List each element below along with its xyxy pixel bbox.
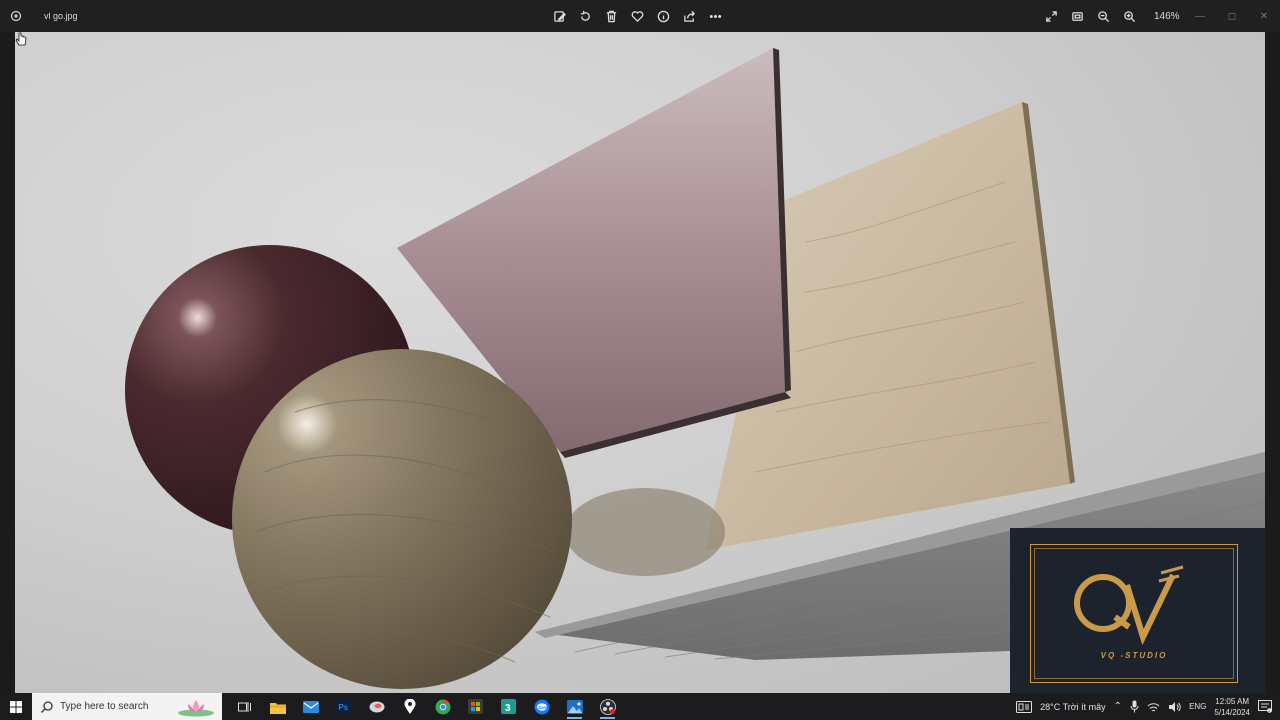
- weather-icon[interactable]: [1016, 700, 1033, 713]
- notifications-icon[interactable]: 2: [1258, 700, 1272, 713]
- rendered-image: VQ -STUDIO: [15, 32, 1265, 693]
- image-viewer[interactable]: VQ -STUDIO: [0, 32, 1280, 693]
- search-icon: [41, 700, 53, 713]
- weather-text[interactable]: 28°C Trời ít mây: [1040, 702, 1106, 712]
- app-icon[interactable]: [360, 693, 393, 720]
- taskbar: Type here to search Ps 3 Zalo 28°C Trời …: [0, 693, 1280, 720]
- fit-to-window-icon[interactable]: [1066, 0, 1088, 32]
- taskbar-search[interactable]: Type here to search: [32, 693, 222, 720]
- svg-text:Zalo: Zalo: [538, 704, 548, 709]
- clock-time: 12:05 AM: [1215, 696, 1250, 706]
- lotus-icon: [178, 700, 214, 717]
- viewer-tools: 146%: [1040, 0, 1190, 32]
- close-button[interactable]: ✕: [1248, 0, 1280, 32]
- watermark-studio-text: VQ -STUDIO: [1100, 651, 1168, 660]
- mail-icon[interactable]: [294, 693, 327, 720]
- clock[interactable]: 12:05 AM 5/14/2024: [1214, 696, 1250, 718]
- svg-text:3: 3: [505, 703, 511, 714]
- chrome-icon[interactable]: [426, 693, 459, 720]
- minimize-button[interactable]: —: [1184, 0, 1216, 32]
- image-toolbar: [548, 0, 726, 32]
- photoshop-icon[interactable]: Ps: [327, 693, 360, 720]
- maps-icon[interactable]: [393, 693, 426, 720]
- maximize-button[interactable]: ◻: [1216, 0, 1248, 32]
- hand-cursor-icon: [15, 32, 27, 46]
- studio-watermark: VQ -STUDIO: [1010, 528, 1265, 693]
- fullscreen-icon[interactable]: [1040, 0, 1062, 32]
- obs-icon[interactable]: [591, 693, 624, 720]
- photos-icon[interactable]: [558, 693, 591, 720]
- edit-image-icon[interactable]: [548, 0, 570, 32]
- file-explorer-icon[interactable]: [261, 693, 294, 720]
- svg-text:Ps: Ps: [339, 703, 348, 712]
- clock-date: 5/14/2024: [1214, 707, 1250, 717]
- windows-logo-icon: [10, 700, 22, 713]
- system-tray: 28°C Trời ít mây ⌃ ENG 12:05 AM 5/14/202…: [1016, 693, 1280, 720]
- start-button[interactable]: [0, 693, 32, 720]
- share-icon[interactable]: [678, 0, 700, 32]
- zoom-out-icon[interactable]: [1092, 0, 1114, 32]
- window-controls: — ◻ ✕: [1184, 0, 1280, 32]
- volume-icon[interactable]: [1168, 701, 1181, 713]
- watermark-frame: VQ -STUDIO: [1030, 544, 1238, 683]
- zoom-in-icon[interactable]: [1118, 0, 1140, 32]
- photos-app-icon[interactable]: [0, 0, 32, 32]
- chevron-up-icon[interactable]: ⌃: [1114, 701, 1122, 712]
- file-name: vl go.jpg: [44, 11, 78, 21]
- favorite-icon[interactable]: [626, 0, 648, 32]
- zalo-icon[interactable]: Zalo: [525, 693, 558, 720]
- store-icon[interactable]: [459, 693, 492, 720]
- 3ds-max-icon[interactable]: 3: [492, 693, 525, 720]
- more-icon[interactable]: [704, 0, 726, 32]
- delete-icon[interactable]: [600, 0, 622, 32]
- title-bar: vl go.jpg 146% — ◻ ✕: [0, 0, 1280, 32]
- microphone-icon[interactable]: [1130, 700, 1139, 713]
- language-indicator[interactable]: ENG: [1189, 702, 1206, 711]
- rotate-icon[interactable]: [574, 0, 596, 32]
- taskbar-apps: Ps 3 Zalo: [228, 693, 624, 720]
- network-icon[interactable]: [1147, 701, 1160, 713]
- search-placeholder: Type here to search: [60, 701, 149, 712]
- task-view-icon[interactable]: [228, 693, 261, 720]
- vq-logo: [1074, 565, 1184, 646]
- info-icon[interactable]: [652, 0, 674, 32]
